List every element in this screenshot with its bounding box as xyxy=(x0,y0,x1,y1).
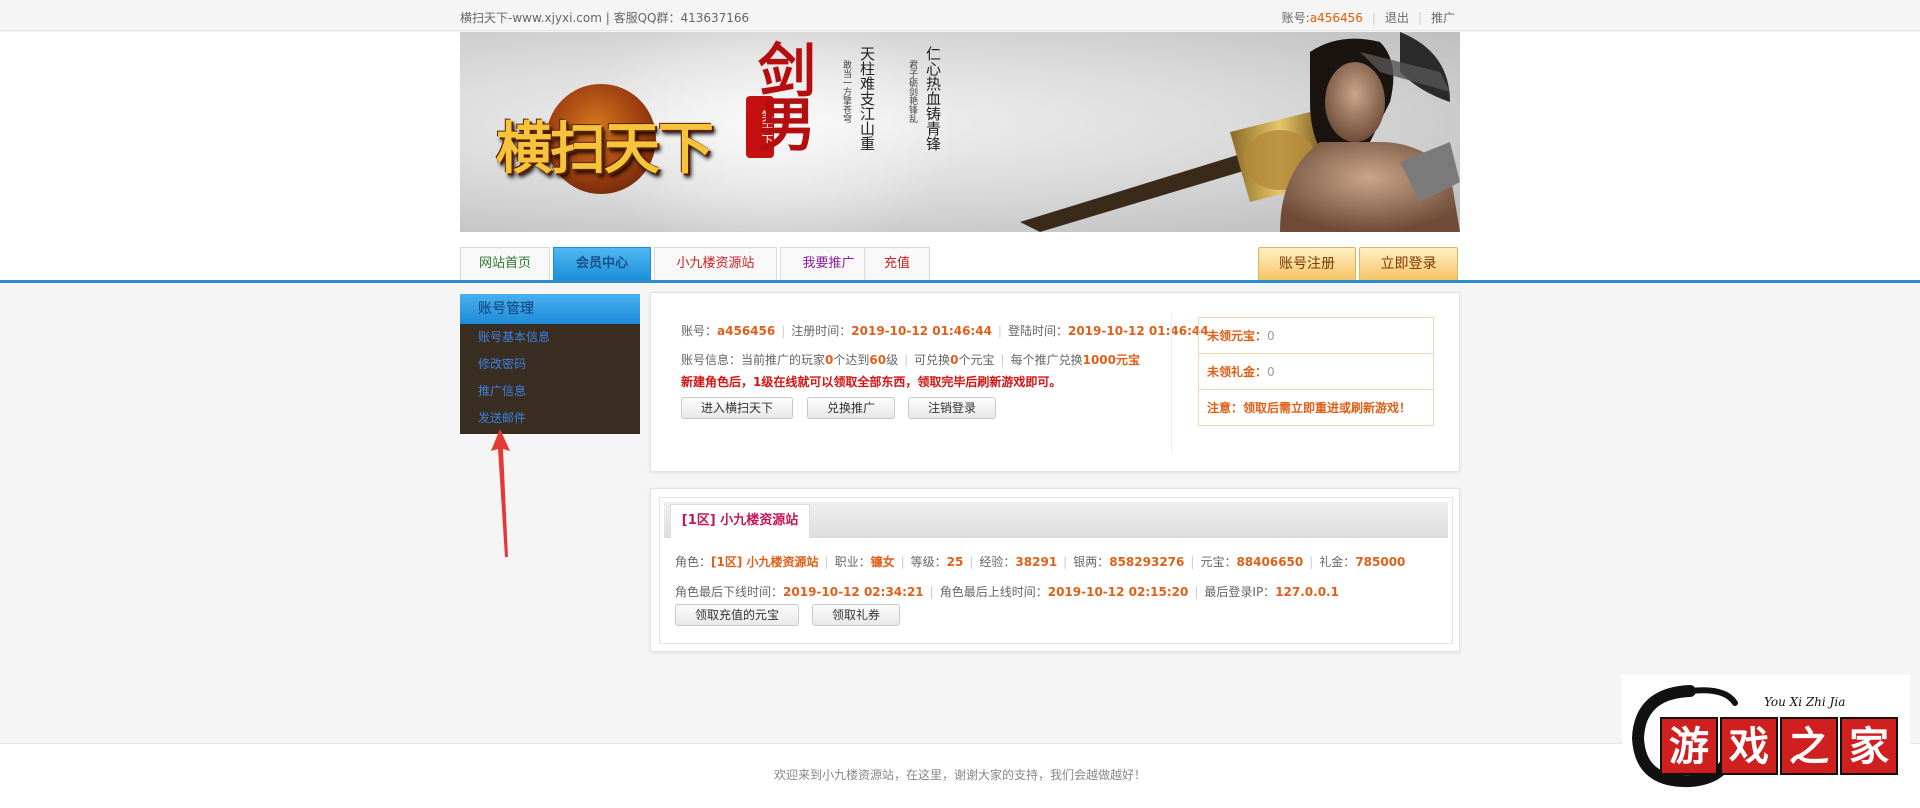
watermark-english: You Xi Zhi Jia xyxy=(1764,695,1846,709)
claim-coupon-button[interactable]: 领取礼券 xyxy=(812,604,900,626)
role-silver: 858293276 xyxy=(1109,555,1185,569)
account-panel: 账号：a456456 | 注册时间：2019-10-12 01:46:44 | 登陆时间… xyxy=(650,292,1460,472)
poem-line-1: 天柱难支江山重 xyxy=(858,46,876,151)
poem-line-2: 仁心热血铸青锋 xyxy=(924,46,942,151)
register-button[interactable]: 账号注册 xyxy=(1258,247,1356,281)
reward-box: 未领元宝：0 未领礼金：0 注意：领取后需立即重进或刷新游戏！ xyxy=(1198,317,1434,426)
sidebar-item-account-info[interactable]: 账号基本信息 xyxy=(460,324,640,351)
sidebar-title: 账号管理 xyxy=(460,294,640,324)
exchange-promo-button[interactable]: 兑换推广 xyxy=(807,397,895,419)
tab-home[interactable]: 网站首页 xyxy=(460,247,550,281)
nav-divider xyxy=(0,280,1920,283)
last-login-ip: 127.0.0.1 xyxy=(1275,585,1339,599)
unclaimed-lijin: 未领礼金：0 xyxy=(1199,354,1433,390)
unclaimed-yuanbao: 未领元宝：0 xyxy=(1199,318,1433,354)
role-exp: 38291 xyxy=(1015,555,1058,569)
account-link[interactable]: a456456 xyxy=(1310,11,1363,25)
role-stats-row: 角色：[1区] 小九楼资源站 | 职业：镰女 | 等级：25 | 经验：38291 | 银两：8… xyxy=(675,555,1406,569)
poem-line-1-small: 敢当一方擎苍穹 xyxy=(841,60,851,123)
sidebar-item-promote-info[interactable]: 推广信息 xyxy=(460,378,640,405)
game-logo: 横扫天下 笑天下 xyxy=(496,82,774,194)
enter-game-button[interactable]: 进入横扫天下 xyxy=(681,397,793,419)
watermark-chinese: 游 戏 之 家 xyxy=(1660,717,1900,777)
role-tabbar: [1区] 小九楼资源站 xyxy=(664,502,1448,538)
account-label: 账号: xyxy=(1281,11,1310,25)
role-job: 镰女 xyxy=(870,555,895,569)
register-time: 2019-10-12 01:46:44 xyxy=(851,324,992,338)
account-row: 账号：a456456 | 注册时间：2019-10-12 01:46:44 | 登陆时间… xyxy=(681,324,1209,338)
tab-promote[interactable]: 我要推广 xyxy=(780,247,877,281)
top-bar: 横扫天下-www.xjyxi.com | 客服QQ群：413637166 账号:… xyxy=(0,0,1920,31)
last-offline-time: 2019-10-12 02:34:21 xyxy=(783,585,924,599)
role-panel: [1区] 小九楼资源站 角色：[1区] 小九楼资源站 | 职业：镰女 | 等级：25 | 经… xyxy=(650,488,1460,652)
logout-link[interactable]: 退出 xyxy=(1385,11,1409,25)
notice-text: 新建角色后，1级在线就可以领取全部东西，领取完毕后刷新游戏即可。 xyxy=(681,375,1062,389)
account-value: a456456 xyxy=(717,324,776,338)
role-level: 25 xyxy=(946,555,964,569)
tab-server-1[interactable]: [1区] 小九楼资源站 xyxy=(670,504,810,538)
claim-yuanbao-button[interactable]: 领取充值的元宝 xyxy=(675,604,799,626)
tab-recharge[interactable]: 充值 xyxy=(864,247,930,281)
top-links: 账号:a456456 | 退出 | 推广 xyxy=(1281,11,1455,25)
red-arrow-annotation xyxy=(491,429,510,557)
game-banner: 横扫天下 笑天下 剑男 天柱难支江山重 敢当一方擎苍穹 仁心热血铸青锋 君子砺剑… xyxy=(460,32,1460,232)
account-info-row: 账号信息：当前推广的玩家0个达到60级 | 可兑换0个元宝 | 每个推广兑换1000元宝 xyxy=(681,353,1141,367)
logout-button[interactable]: 注销登录 xyxy=(908,397,996,419)
last-online-time: 2019-10-12 02:15:20 xyxy=(1047,585,1189,599)
sidebar-item-change-password[interactable]: 修改密码 xyxy=(460,351,640,378)
tab-resource-site[interactable]: 小九楼资源站 xyxy=(654,247,777,281)
login-time: 2019-10-12 01:46:44 xyxy=(1067,324,1209,338)
sidebar: 账号管理 账号基本信息 修改密码 推广信息 发送邮件 xyxy=(460,294,640,434)
tab-member-center[interactable]: 会员中心 xyxy=(553,247,651,281)
reward-tip: 注意：领取后需立即重进或刷新游戏！ xyxy=(1207,401,1412,415)
role-yuanbao: 88406650 xyxy=(1236,555,1304,569)
poem-line-2-small: 君子砺剑艳锋乱 xyxy=(907,60,917,123)
role-lijin: 785000 xyxy=(1355,555,1406,569)
promote-link[interactable]: 推广 xyxy=(1431,11,1455,25)
role-name: [1区] 小九楼资源站 xyxy=(711,555,819,569)
warrior-illustration xyxy=(1020,32,1460,232)
site-watermark-logo: You Xi Zhi Jia 游 戏 之 家 xyxy=(1622,675,1910,793)
site-info: 横扫天下-www.xjyxi.com | 客服QQ群：413637166 xyxy=(460,11,750,25)
banner-title: 剑男 xyxy=(748,40,816,148)
login-button[interactable]: 立即登录 xyxy=(1359,247,1458,281)
role-time-row: 角色最后下线时间：2019-10-12 02:34:21 | 角色最后上线时间：20… xyxy=(675,585,1339,599)
